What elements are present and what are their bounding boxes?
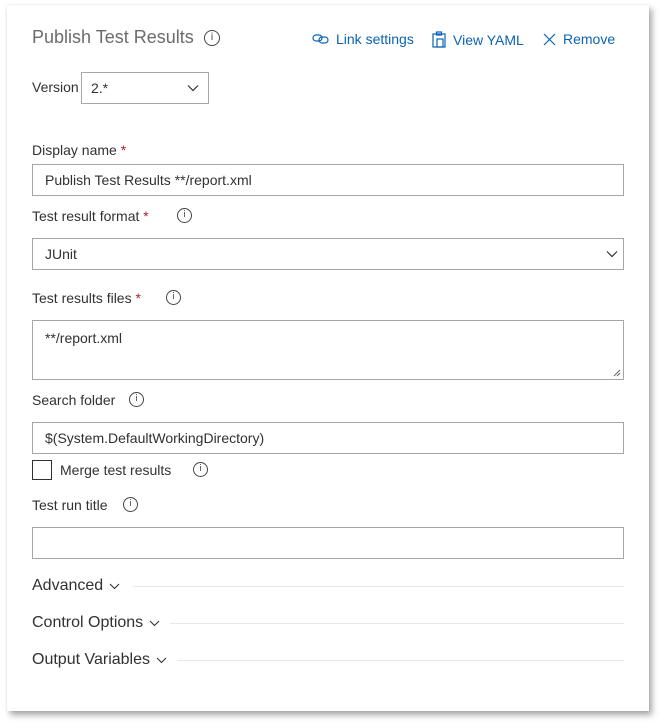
display-name-label-text: Display name xyxy=(32,142,117,158)
section-output-variables[interactable]: Output Variables xyxy=(32,651,167,669)
required-mark: * xyxy=(120,142,127,158)
remove-label: Remove xyxy=(563,31,616,47)
info-icon[interactable]: i xyxy=(177,208,192,223)
required-mark: * xyxy=(143,208,149,224)
section-divider xyxy=(170,623,624,624)
version-value: 2.* xyxy=(91,80,109,96)
search-folder-input[interactable]: $(System.DefaultWorkingDirectory) xyxy=(32,422,624,454)
view-yaml-button[interactable]: View YAML xyxy=(432,31,524,48)
info-icon[interactable]: i xyxy=(204,30,220,46)
display-name-label: Display name * xyxy=(32,142,126,158)
test-results-files-value: **/report.xml xyxy=(45,330,123,346)
section-output-variables-label: Output Variables xyxy=(32,651,150,668)
close-icon xyxy=(543,33,556,45)
clipboard-icon xyxy=(432,31,446,48)
display-name-value: Publish Test Results **/report.xml xyxy=(45,172,252,188)
chevron-down-icon xyxy=(606,251,618,258)
section-control-options-label: Control Options xyxy=(32,614,144,631)
display-name-input[interactable]: Publish Test Results **/report.xml xyxy=(32,164,624,196)
section-advanced-label: Advanced xyxy=(32,577,104,594)
required-mark: * xyxy=(135,290,141,306)
section-control-options[interactable]: Control Options xyxy=(32,614,160,632)
test-results-files-label: Test results files * xyxy=(32,290,141,306)
link-icon xyxy=(312,34,329,44)
test-results-files-textarea[interactable]: **/report.xml xyxy=(32,320,624,380)
info-icon[interactable]: i xyxy=(129,392,144,407)
test-result-format-label-text: Test result format xyxy=(32,208,140,224)
resize-handle-icon[interactable] xyxy=(613,369,621,377)
test-result-format-dropdown[interactable]: JUnit xyxy=(32,238,624,270)
link-settings-label: Link settings xyxy=(336,31,414,47)
info-icon[interactable]: i xyxy=(193,462,208,477)
section-advanced[interactable]: Advanced xyxy=(32,577,120,595)
search-folder-label: Search folder xyxy=(32,392,116,408)
info-icon[interactable]: i xyxy=(123,497,138,512)
section-divider xyxy=(177,660,624,661)
test-results-files-label-text: Test results files xyxy=(32,290,132,306)
version-dropdown[interactable]: 2.* xyxy=(81,72,209,104)
chevron-down-icon xyxy=(156,657,167,663)
merge-test-results-label: Merge test results xyxy=(60,462,172,478)
chevron-down-icon xyxy=(187,85,199,92)
link-settings-button[interactable]: Link settings xyxy=(312,31,414,47)
remove-button[interactable]: Remove xyxy=(543,31,615,47)
chevron-down-icon xyxy=(109,583,120,589)
test-run-title-input[interactable] xyxy=(32,527,624,559)
test-run-title-label: Test run title xyxy=(32,497,108,513)
task-title: Publish Test Results xyxy=(32,27,194,47)
view-yaml-label: View YAML xyxy=(453,31,524,48)
chevron-down-icon xyxy=(149,620,160,626)
section-divider xyxy=(133,586,624,587)
test-result-format-label: Test result format * xyxy=(32,208,149,224)
version-label: Version xyxy=(32,79,79,95)
test-result-format-value: JUnit xyxy=(45,246,77,262)
info-icon[interactable]: i xyxy=(166,290,181,305)
search-folder-value: $(System.DefaultWorkingDirectory) xyxy=(45,430,265,446)
task-panel: Publish Test Results i Link settings Vie… xyxy=(7,5,649,711)
merge-test-results-checkbox[interactable] xyxy=(32,460,52,480)
